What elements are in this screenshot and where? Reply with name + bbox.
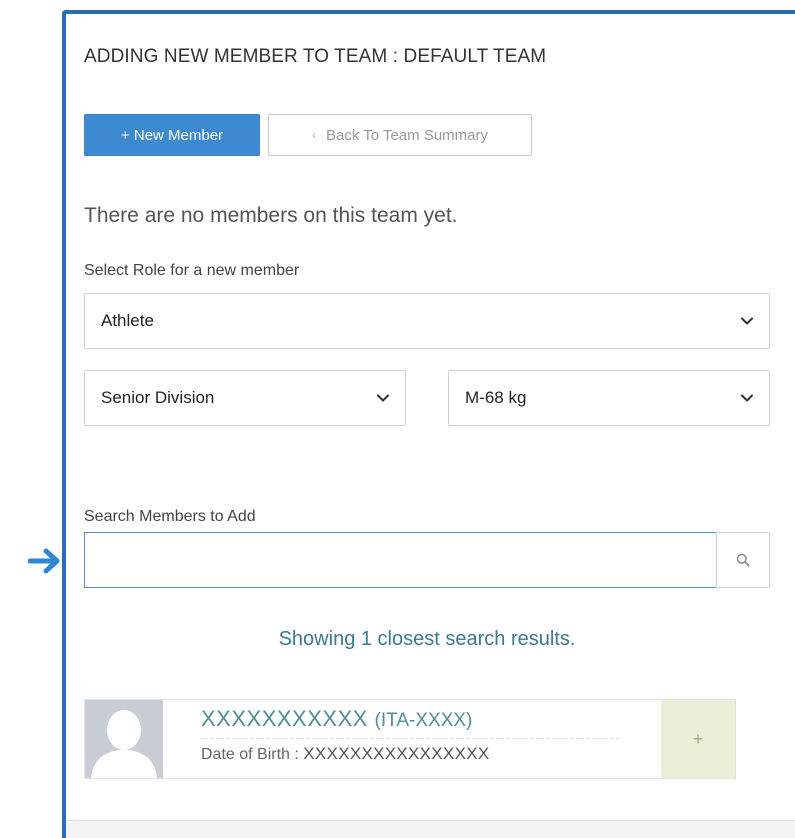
search-members-input[interactable] bbox=[84, 532, 716, 588]
divider bbox=[201, 738, 619, 739]
search-members-group bbox=[84, 532, 770, 588]
back-button-label: Back To Team Summary bbox=[325, 126, 488, 144]
role-select-value: Athlete bbox=[101, 311, 154, 330]
chevron-down-icon bbox=[741, 317, 753, 325]
search-results-count: Showing 1 closest search results. bbox=[278, 628, 576, 650]
back-to-team-summary-button[interactable]: ‹ Back To Team Summary bbox=[268, 114, 532, 156]
role-select[interactable]: Athlete bbox=[84, 293, 770, 349]
division-select-value: Senior Division bbox=[101, 388, 215, 407]
chevron-down-icon bbox=[741, 394, 753, 402]
dob-value: XXXXXXXXXXXXXXXX bbox=[303, 744, 490, 763]
add-member-panel: ADDING NEW MEMBER TO TEAM : DEFAULT TEAM… bbox=[62, 10, 795, 838]
chevron-down-icon bbox=[377, 394, 389, 402]
search-icon bbox=[736, 553, 750, 567]
result-name-line: XXXXXXXXXXX (ITA-XXXX) bbox=[201, 706, 661, 732]
role-label: Select Role for a new member bbox=[84, 262, 300, 279]
add-member-button[interactable]: + bbox=[661, 700, 735, 778]
result-dob: Date of Birth : XXXXXXXXXXXXXXXX bbox=[201, 744, 490, 764]
result-code: (ITA-XXXX) bbox=[374, 710, 473, 731]
weight-class-select-value: M-68 kg bbox=[465, 388, 527, 407]
weight-class-select[interactable]: M-68 kg bbox=[448, 370, 770, 426]
result-name: XXXXXXXXXXX bbox=[201, 706, 368, 731]
result-info: XXXXXXXXXXX (ITA-XXXX) Date of Birth : X… bbox=[163, 700, 661, 778]
search-result-card: XXXXXXXXXXX (ITA-XXXX) Date of Birth : X… bbox=[84, 699, 736, 779]
chevron-left-icon: ‹ bbox=[311, 128, 316, 142]
user-silhouette-icon bbox=[85, 700, 163, 778]
empty-team-message: There are no members on this team yet. bbox=[84, 204, 458, 227]
search-members-label: Search Members to Add bbox=[84, 508, 256, 525]
arrow-right-icon bbox=[28, 548, 60, 574]
division-select[interactable]: Senior Division bbox=[84, 370, 406, 426]
dob-label: Date of Birth : bbox=[201, 746, 299, 763]
page-title: ADDING NEW MEMBER TO TEAM : DEFAULT TEAM bbox=[84, 46, 547, 67]
new-member-button[interactable]: + New Member bbox=[84, 114, 260, 156]
panel-footer bbox=[66, 820, 795, 838]
search-button[interactable] bbox=[716, 532, 770, 588]
